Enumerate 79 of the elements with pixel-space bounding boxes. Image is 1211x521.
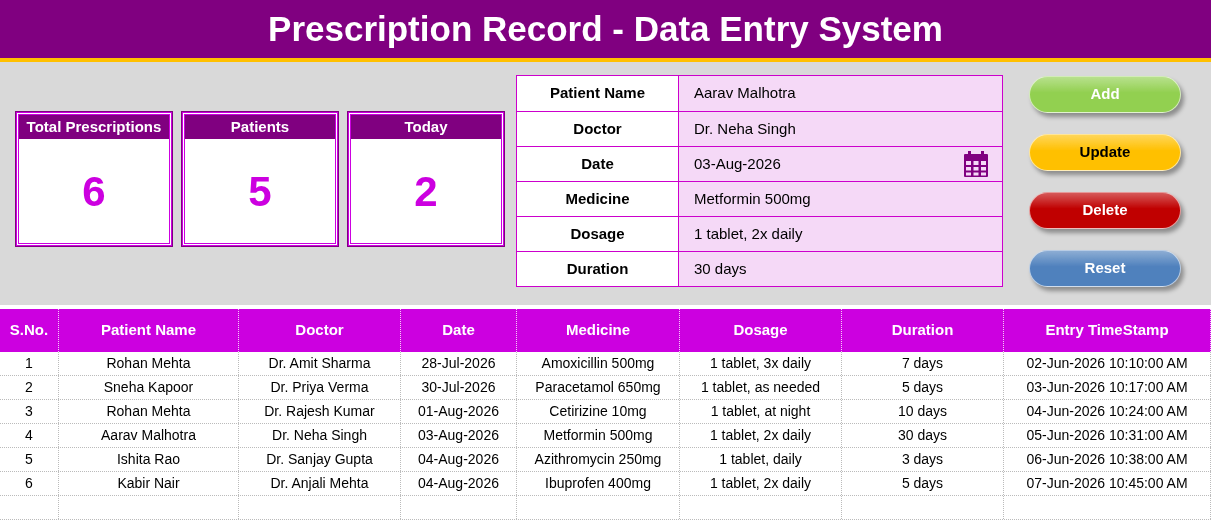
table-cell: 1 tablet, 2x daily	[680, 424, 842, 447]
table-cell: 02-Jun-2026 10:10:00 AM	[1004, 352, 1211, 375]
table-cell: 4	[0, 424, 59, 447]
table-cell: Rohan Mehta	[59, 400, 239, 423]
column-header: Duration	[842, 309, 1004, 352]
table-cell: 04-Aug-2026	[401, 448, 517, 471]
table-cell: 7 days	[842, 352, 1004, 375]
table-cell: 5 days	[842, 472, 1004, 495]
field-label: Dosage	[517, 217, 679, 251]
field-label: Doctor	[517, 112, 679, 146]
column-header: Date	[401, 309, 517, 352]
table-cell: 04-Aug-2026	[401, 472, 517, 495]
stat-value: 6	[81, 166, 107, 217]
table-cell: Dr. Amit Sharma	[239, 352, 401, 375]
column-header: Entry TimeStamp	[1004, 309, 1211, 352]
input-field[interactable]: Aarav Malhotra	[679, 76, 1002, 111]
table-cell: 07-Jun-2026 10:45:00 AM	[1004, 472, 1211, 495]
table-cell: 1	[0, 352, 59, 375]
action-button[interactable]: Update	[1029, 134, 1181, 171]
input-field[interactable]: 1 tablet, 2x daily	[679, 217, 1002, 251]
table-cell: Dr. Anjali Mehta	[239, 472, 401, 495]
table-cell: 06-Jun-2026 10:38:00 AM	[1004, 448, 1211, 471]
table-cell: Rohan Mehta	[59, 352, 239, 375]
table-cell: Metformin 500mg	[517, 424, 680, 447]
column-header: Patient Name	[59, 309, 239, 352]
table-cell: 1 tablet, daily	[680, 448, 842, 471]
table-cell: 5	[0, 448, 59, 471]
table-cell: 1 tablet, 2x daily	[680, 472, 842, 495]
calendar-icon[interactable]	[964, 151, 988, 177]
table-cell: Kabir Nair	[59, 472, 239, 495]
field-label: Duration	[517, 252, 679, 286]
action-button[interactable]: Delete	[1029, 192, 1181, 229]
field-label: Date	[517, 147, 679, 181]
table-cell: 05-Jun-2026 10:31:00 AM	[1004, 424, 1211, 447]
table-cell: Ibuprofen 400mg	[517, 472, 680, 495]
input-field[interactable]: 30 days	[679, 252, 1002, 286]
table-cell: 3	[0, 400, 59, 423]
field-label: Patient Name	[517, 76, 679, 111]
table-cell: Dr. Neha Singh	[239, 424, 401, 447]
column-header: Dosage	[680, 309, 842, 352]
stat-value: 2	[413, 166, 439, 217]
table-cell: Paracetamol 650mg	[517, 376, 680, 399]
table-cell: Ishita Rao	[59, 448, 239, 471]
table-cell: Aarav Malhotra	[59, 424, 239, 447]
stat-label: Patients	[185, 115, 335, 139]
stat-value: 5	[247, 166, 273, 217]
table-cell: Dr. Rajesh Kumar	[239, 400, 401, 423]
table-cell: 1 tablet, 3x daily	[680, 352, 842, 375]
date-field[interactable]: 03-Aug-2026	[679, 147, 1002, 181]
table-cell: 28-Jul-2026	[401, 352, 517, 375]
column-header: Medicine	[517, 309, 680, 352]
table-cell: Cetirizine 10mg	[517, 400, 680, 423]
table-cell: 1 tablet, as needed	[680, 376, 842, 399]
table-cell: 10 days	[842, 400, 1004, 423]
table-cell: 03-Jun-2026 10:17:00 AM	[1004, 376, 1211, 399]
table-cell: Dr. Priya Verma	[239, 376, 401, 399]
stat-label: Today	[351, 115, 501, 139]
stat-label: Total Prescriptions	[19, 115, 169, 139]
table-cell: Amoxicillin 500mg	[517, 352, 680, 375]
table-cell: 30-Jul-2026	[401, 376, 517, 399]
action-button[interactable]: Reset	[1029, 250, 1181, 287]
table-cell: 03-Aug-2026	[401, 424, 517, 447]
table-cell: Sneha Kapoor	[59, 376, 239, 399]
table-cell: 5 days	[842, 376, 1004, 399]
table-cell: Azithromycin 250mg	[517, 448, 680, 471]
input-field[interactable]: Metformin 500mg	[679, 182, 1002, 216]
table-cell: 3 days	[842, 448, 1004, 471]
column-header: Doctor	[239, 309, 401, 352]
table-cell: Dr. Sanjay Gupta	[239, 448, 401, 471]
table-cell: 6	[0, 472, 59, 495]
field-label: Medicine	[517, 182, 679, 216]
table-cell: 30 days	[842, 424, 1004, 447]
column-header: S.No.	[0, 309, 59, 352]
table-cell: 2	[0, 376, 59, 399]
table-cell: 01-Aug-2026	[401, 400, 517, 423]
table-cell: 04-Jun-2026 10:24:00 AM	[1004, 400, 1211, 423]
input-field[interactable]: Dr. Neha Singh	[679, 112, 1002, 146]
page-title: Prescription Record - Data Entry System	[268, 7, 943, 50]
table-cell: 1 tablet, at night	[680, 400, 842, 423]
